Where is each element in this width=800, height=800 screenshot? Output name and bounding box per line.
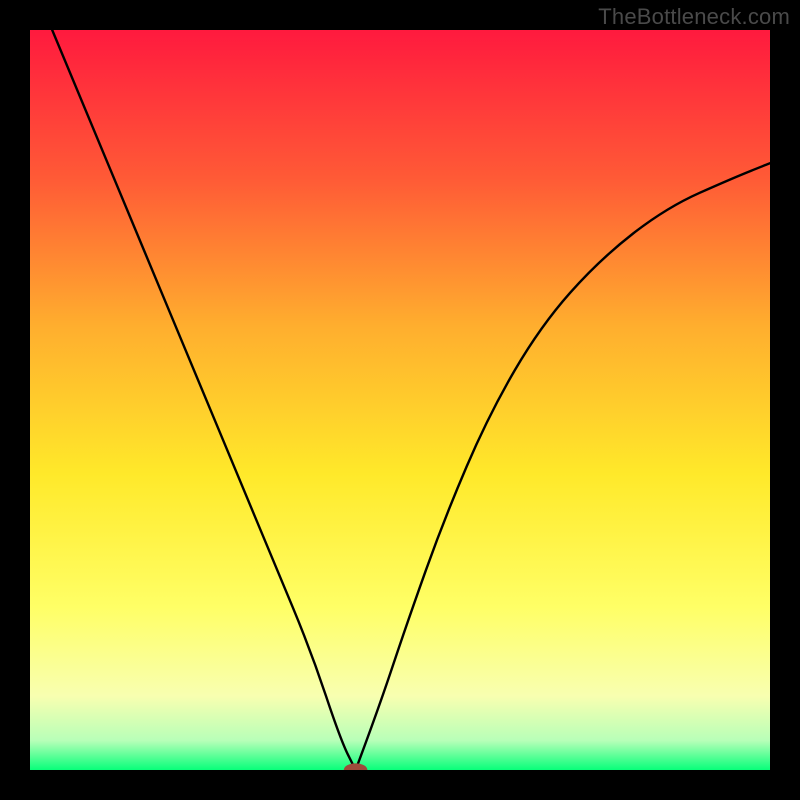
watermark-text: TheBottleneck.com [598, 4, 790, 30]
chart-svg [30, 30, 770, 770]
gradient-background [30, 30, 770, 770]
chart-frame: TheBottleneck.com [0, 0, 800, 800]
plot-area [30, 30, 770, 770]
